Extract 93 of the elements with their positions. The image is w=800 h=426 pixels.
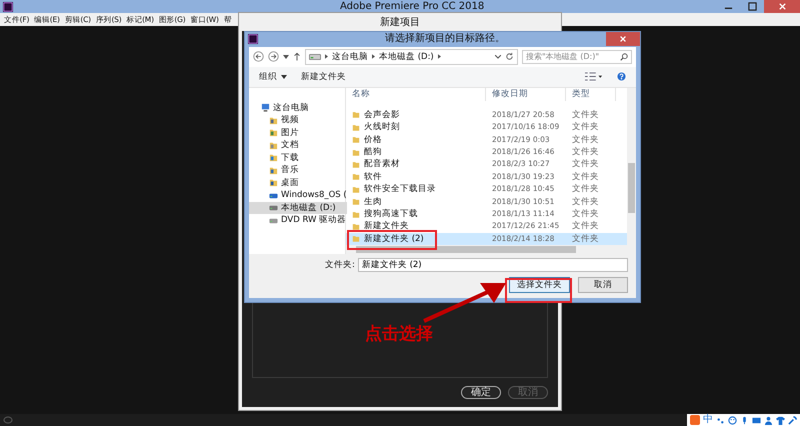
help-icon[interactable] — [617, 72, 626, 82]
file-name: 生肉 — [364, 196, 382, 208]
file-type: 文件夹 — [571, 170, 600, 183]
app-logo-icon — [3, 2, 13, 12]
drive-icon — [309, 52, 321, 61]
window-title: Adobe Premiere Pro CC 2018 — [340, 0, 484, 13]
file-type: 文件夹 — [571, 208, 600, 220]
file-name: 火线时刻 — [364, 121, 400, 134]
cancel-button[interactable]: 取消 — [578, 277, 628, 293]
sidebar-item[interactable]: 这台电脑 — [249, 102, 347, 114]
maximize-icon — [748, 2, 756, 11]
scrollbar[interactable] — [627, 88, 636, 254]
sidebar-item[interactable]: 图片 — [249, 126, 347, 140]
file-type: 文件夹 — [571, 196, 600, 208]
file-type: 文件夹 — [571, 183, 600, 196]
file-type: 文件夹 — [571, 134, 600, 146]
column-header[interactable]: 类型 — [566, 88, 616, 101]
annotation-text: 点击选择 — [365, 323, 433, 345]
dialog-button[interactable]: 确定 — [461, 386, 501, 399]
sidebar-item[interactable]: Windows8_OS ( — [249, 189, 347, 202]
file-type: 文件夹 — [571, 232, 600, 245]
shirt-icon[interactable] — [776, 416, 785, 424]
status-icon — [3, 416, 13, 424]
address-bar[interactable]: 这台电脑 本地磁盘 (D:) — [305, 48, 518, 65]
sidebar-item[interactable]: 本地磁盘 (D:) — [249, 202, 347, 214]
organize-menu[interactable]: 组织 — [259, 70, 287, 83]
microphone-icon[interactable] — [740, 416, 749, 424]
file-name: 价格 — [364, 134, 382, 146]
search-icon — [620, 52, 628, 61]
ime-mode-toggle[interactable]: 中 — [703, 414, 713, 426]
scrollbar[interactable] — [346, 245, 627, 254]
forward-button[interactable] — [268, 51, 279, 62]
file-name: 新建文件夹 — [364, 220, 409, 232]
caret-icon[interactable] — [495, 54, 501, 59]
file-type: 文件夹 — [571, 220, 600, 232]
chevron-icon — [372, 54, 375, 60]
keyboard-icon[interactable] — [752, 416, 761, 424]
folder-icon — [269, 178, 278, 188]
folder-icon — [269, 166, 278, 175]
chevron-icon — [325, 54, 328, 60]
column-header[interactable]: 修改日期 — [486, 88, 566, 101]
folder-icon — [269, 128, 278, 138]
search-field[interactable]: 搜索"本地磁盘 (D:)" — [522, 50, 632, 64]
computer-icon — [261, 103, 270, 112]
recent-dropdown-icon[interactable] — [283, 54, 289, 59]
back-button[interactable] — [253, 51, 264, 62]
folder-field[interactable]: 新建文件夹 (2) — [358, 258, 628, 272]
dialog-title: 请选择新项目的目标路径。 — [385, 32, 505, 46]
close-button[interactable] — [764, 0, 800, 13]
close-icon — [778, 2, 786, 11]
folder-icon — [269, 153, 278, 162]
close-icon — [619, 35, 627, 43]
sidebar-item[interactable]: 文档 — [249, 139, 347, 152]
file-name: 会声会影 — [364, 108, 400, 121]
punctuation-icon[interactable] — [716, 416, 725, 424]
folder-label: 文件夹: — [325, 259, 355, 271]
smiley-icon[interactable] — [728, 416, 737, 424]
sidebar-item[interactable]: 下载 — [249, 152, 347, 164]
file-type: 文件夹 — [571, 158, 600, 170]
sidebar-item[interactable]: DVD RW 驱动器 — [249, 214, 347, 227]
view-options-icon[interactable] — [585, 72, 603, 82]
refresh-icon[interactable] — [505, 52, 514, 62]
file-name: 软件 — [364, 170, 382, 183]
ime-logo-icon — [690, 415, 700, 425]
chevron-icon — [438, 54, 441, 60]
sidebar-item[interactable]: 视频 — [249, 114, 347, 127]
highlight-frame — [505, 278, 572, 303]
new-folder-button[interactable]: 新建文件夹 — [301, 70, 346, 83]
breadcrumb-item[interactable]: 这台电脑 — [332, 50, 368, 63]
up-arrow-icon[interactable] — [293, 51, 301, 62]
file-name: 搜狗高速下载 — [364, 208, 418, 220]
column-header[interactable]: 名称 — [346, 88, 486, 101]
file-type: 文件夹 — [571, 121, 600, 134]
breadcrumb-item[interactable]: 本地磁盘 (D:) — [379, 50, 434, 63]
file-type: 文件夹 — [571, 108, 600, 121]
dialog-title: 新建项目 — [380, 16, 420, 29]
close-button[interactable] — [606, 32, 640, 46]
drive-icon — [269, 190, 278, 200]
sidebar-item[interactable]: 音乐 — [249, 164, 347, 177]
file-type: 文件夹 — [571, 146, 600, 158]
folder-icon — [269, 116, 278, 125]
sidebar-item[interactable]: 桌面 — [249, 176, 347, 190]
drive-icon — [269, 216, 278, 225]
drive-icon — [269, 203, 278, 212]
app-logo-icon — [248, 34, 258, 44]
file-name: 酷狗 — [364, 146, 382, 158]
folder-icon — [269, 140, 278, 150]
file-name: 新建文件夹 (2) — [364, 232, 424, 245]
file-name: 软件安全下载目录 — [364, 183, 436, 196]
file-name: 配音素材 — [364, 158, 400, 170]
user-icon[interactable] — [764, 416, 773, 424]
caret-icon — [281, 74, 287, 79]
wrench-icon[interactable] — [788, 416, 797, 424]
